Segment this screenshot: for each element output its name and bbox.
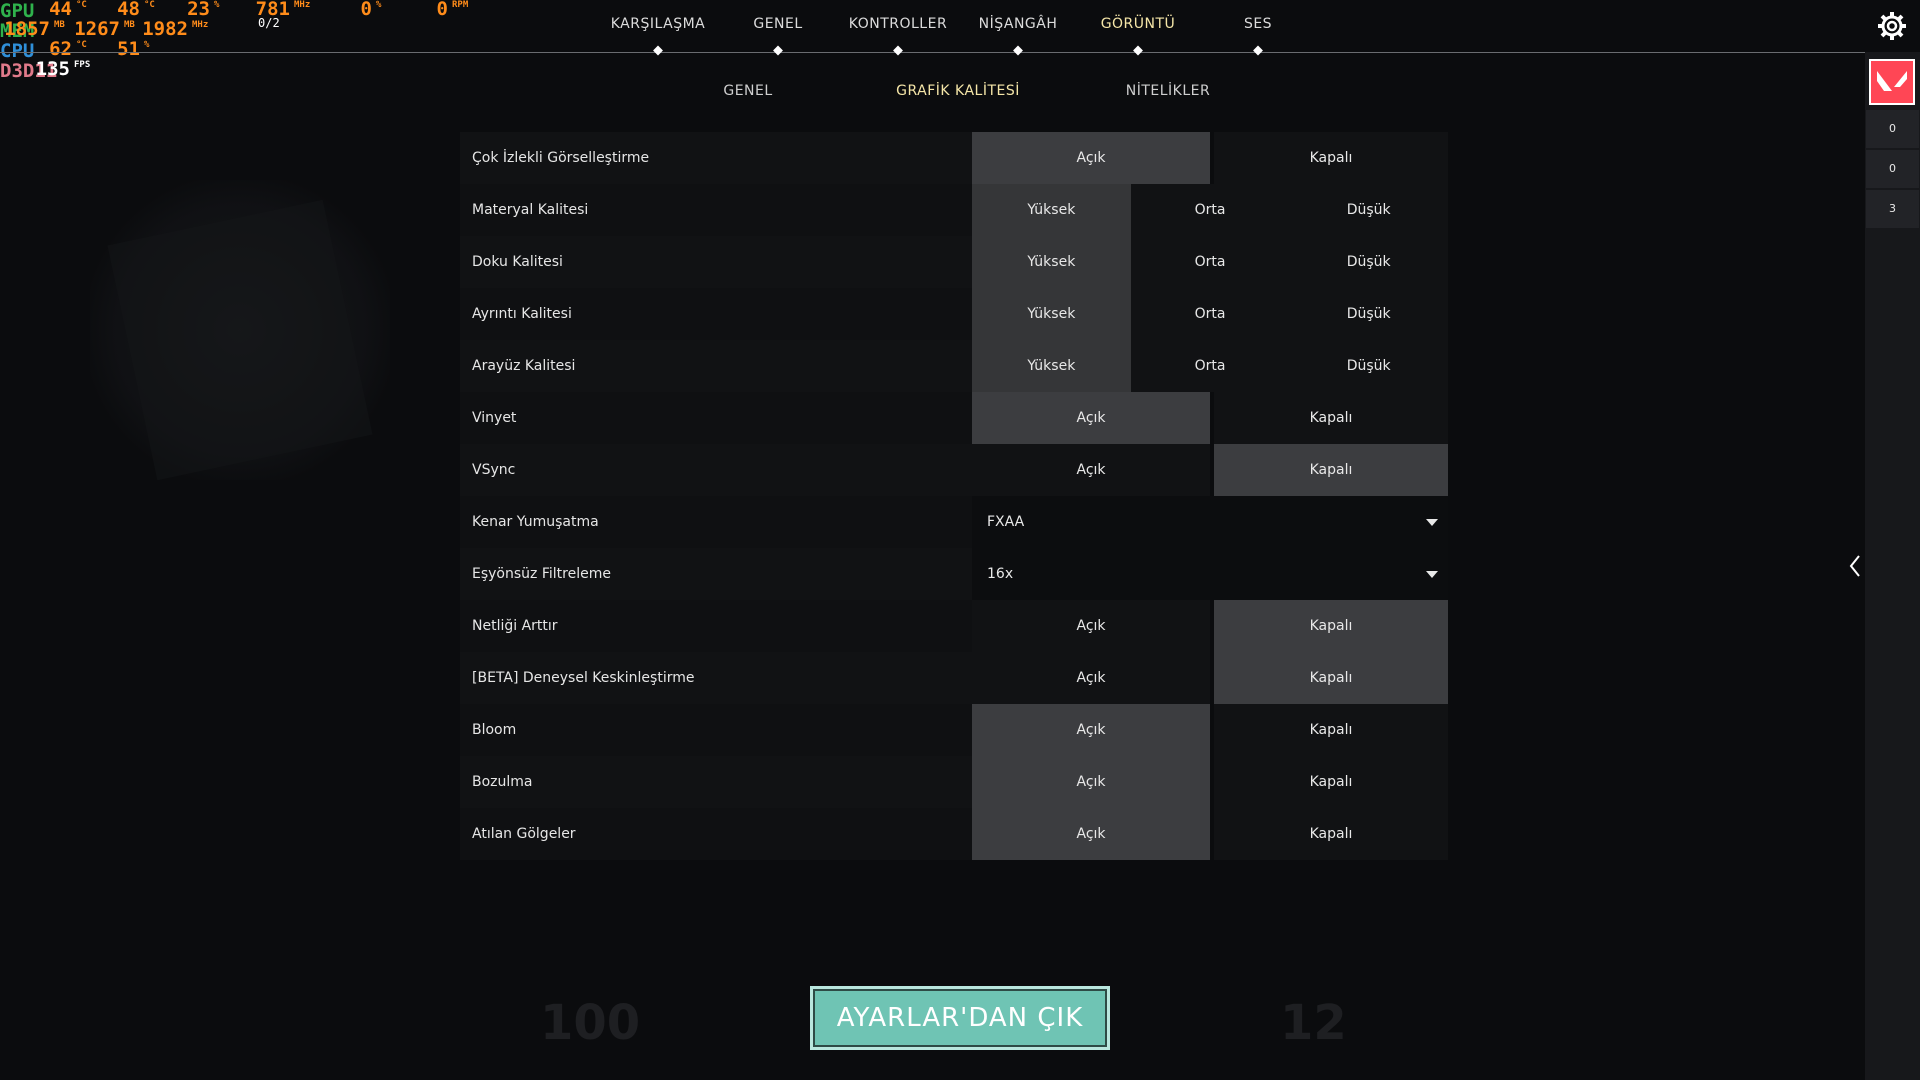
background-ghost-text: 12 bbox=[1280, 995, 1347, 1051]
setting-label: Bloom bbox=[460, 704, 972, 756]
nav-tab-1[interactable]: KARŞILAŞMA bbox=[611, 16, 706, 32]
setting-option-button[interactable]: Açık bbox=[972, 704, 1210, 756]
subnav-tab-3[interactable]: NİTELİKLER bbox=[1126, 83, 1210, 99]
sidebar-stat: 0 bbox=[1866, 150, 1919, 188]
gear-icon[interactable] bbox=[1877, 11, 1907, 41]
setting-row: VSync Açık Kapalı bbox=[460, 444, 1448, 496]
setting-option-button[interactable]: Kapalı bbox=[1214, 444, 1448, 496]
setting-option-button[interactable]: Düşük bbox=[1289, 340, 1449, 392]
setting-option-button[interactable]: Yüksek bbox=[972, 288, 1131, 340]
setting-option-button[interactable]: Orta bbox=[1130, 184, 1290, 236]
setting-option-button[interactable]: Kapalı bbox=[1214, 600, 1448, 652]
osd-value: 135 bbox=[35, 58, 70, 80]
graphics-settings-list: Çok İzlekli Görselleştirme Açık Kapalı Mate… bbox=[460, 132, 1449, 860]
dropdown-value: 16x bbox=[987, 566, 1014, 582]
valorant-icon bbox=[1877, 71, 1907, 91]
setting-row: Çok İzlekli Görselleştirme Açık Kapalı bbox=[460, 132, 1448, 184]
osd-unit: FPS bbox=[74, 60, 91, 70]
nav-tab-3[interactable]: KONTROLLER bbox=[849, 16, 947, 32]
setting-options: 16x bbox=[972, 548, 1448, 600]
setting-row: Netliği Arttır Açık Kapalı bbox=[460, 600, 1448, 652]
setting-option-button[interactable]: Düşük bbox=[1289, 288, 1449, 340]
setting-options: Yüksek Orta Düşük bbox=[972, 288, 1449, 340]
setting-label: Netliği Arttır bbox=[460, 600, 972, 652]
chevron-left-icon[interactable] bbox=[1848, 554, 1862, 578]
setting-option-button[interactable]: Düşük bbox=[1289, 184, 1449, 236]
caret-down-icon bbox=[1426, 519, 1438, 526]
setting-label: Doku Kalitesi bbox=[460, 236, 972, 288]
setting-dropdown[interactable]: FXAA bbox=[972, 496, 1448, 548]
setting-options: Açık Kapalı bbox=[972, 756, 1448, 808]
exit-settings-button[interactable]: AYARLAR'DAN ÇIK bbox=[810, 986, 1110, 1050]
setting-option-button[interactable]: Yüksek bbox=[972, 184, 1131, 236]
setting-option-button[interactable]: Kapalı bbox=[1214, 704, 1448, 756]
setting-option-button[interactable]: Orta bbox=[1130, 288, 1290, 340]
setting-label: Çok İzlekli Görselleştirme bbox=[460, 132, 972, 184]
setting-options: Açık Kapalı bbox=[972, 704, 1448, 756]
setting-options: Yüksek Orta Düşük bbox=[972, 184, 1449, 236]
setting-label: VSync bbox=[460, 444, 972, 496]
setting-label: Atılan Gölgeler bbox=[460, 808, 972, 860]
setting-option-button[interactable]: Yüksek bbox=[972, 340, 1131, 392]
subnav-tab-2[interactable]: GRAFİK KALİTESİ bbox=[896, 83, 1020, 99]
setting-option-button[interactable]: Düşük bbox=[1289, 236, 1449, 288]
setting-row: Kenar Yumuşatma FXAA bbox=[460, 496, 1448, 548]
setting-row: Eşyönsüz Filtreleme 16x bbox=[460, 548, 1448, 600]
setting-option-button[interactable]: Açık bbox=[972, 756, 1210, 808]
setting-label: Arayüz Kalitesi bbox=[460, 340, 972, 392]
setting-option-button[interactable]: Orta bbox=[1130, 236, 1290, 288]
setting-option-button[interactable]: Açık bbox=[972, 132, 1210, 184]
setting-option-button[interactable]: Açık bbox=[972, 600, 1210, 652]
setting-label: Bozulma bbox=[460, 756, 972, 808]
setting-option-button[interactable]: Yüksek bbox=[972, 236, 1131, 288]
setting-options: Açık Kapalı bbox=[972, 444, 1448, 496]
setting-option-button[interactable]: Açık bbox=[972, 444, 1210, 496]
setting-option-button[interactable]: Açık bbox=[972, 392, 1210, 444]
nav-tab-2[interactable]: GENEL bbox=[753, 16, 802, 32]
setting-options: Açık Kapalı bbox=[972, 132, 1448, 184]
nav-tab-5[interactable]: GÖRÜNTÜ bbox=[1101, 16, 1176, 32]
setting-row: Bozulma Açık Kapalı bbox=[460, 756, 1448, 808]
setting-option-button[interactable]: Açık bbox=[972, 808, 1210, 860]
setting-row: Vinyet Açık Kapalı bbox=[460, 392, 1448, 444]
top-navigation bbox=[0, 0, 1920, 53]
setting-options: Açık Kapalı bbox=[972, 600, 1448, 652]
setting-option-button[interactable]: Kapalı bbox=[1214, 132, 1448, 184]
setting-label: [BETA] Deneysel Keskinleştirme bbox=[460, 652, 972, 704]
setting-options: Yüksek Orta Düşük bbox=[972, 340, 1449, 392]
setting-options: Açık Kapalı bbox=[972, 808, 1448, 860]
setting-label: Ayrıntı Kalitesi bbox=[460, 288, 972, 340]
caret-down-icon bbox=[1426, 571, 1438, 578]
setting-row: Arayüz Kalitesi Yüksek Orta Düşük bbox=[460, 340, 1449, 392]
setting-options: Açık Kapalı bbox=[972, 392, 1448, 444]
nav-tab-6[interactable]: SES bbox=[1244, 16, 1272, 32]
setting-options: Yüksek Orta Düşük bbox=[972, 236, 1449, 288]
setting-row: Materyal Kalitesi Yüksek Orta Düşük bbox=[460, 184, 1449, 236]
setting-row: Atılan Gölgeler Açık Kapalı bbox=[460, 808, 1448, 860]
subnav-tab-1[interactable]: GENEL bbox=[723, 83, 772, 99]
setting-options: FXAA bbox=[972, 496, 1448, 548]
valorant-logo-icon[interactable] bbox=[1869, 59, 1915, 105]
setting-option-button[interactable]: Kapalı bbox=[1214, 392, 1448, 444]
setting-option-button[interactable]: Kapalı bbox=[1214, 756, 1448, 808]
nav-tab-4[interactable]: NİŞANGÂH bbox=[979, 16, 1058, 32]
sidebar-stat: 0 bbox=[1866, 110, 1919, 148]
setting-row: Ayrıntı Kalitesi Yüksek Orta Düşük bbox=[460, 288, 1449, 340]
setting-label: Vinyet bbox=[460, 392, 972, 444]
background-ghost-text: 100 bbox=[540, 995, 641, 1051]
setting-row: Bloom Açık Kapalı bbox=[460, 704, 1448, 756]
setting-options: Açık Kapalı bbox=[972, 652, 1448, 704]
setting-option-button[interactable]: Kapalı bbox=[1214, 652, 1448, 704]
setting-option-button[interactable]: Orta bbox=[1130, 340, 1290, 392]
setting-row: Doku Kalitesi Yüksek Orta Düşük bbox=[460, 236, 1449, 288]
setting-label: Eşyönsüz Filtreleme bbox=[460, 548, 972, 600]
setting-row: [BETA] Deneysel Keskinleştirme Açık Kapalı bbox=[460, 652, 1448, 704]
setting-dropdown[interactable]: 16x bbox=[972, 548, 1448, 600]
sidebar-stat: 3 bbox=[1866, 190, 1919, 228]
setting-label: Kenar Yumuşatma bbox=[460, 496, 972, 548]
setting-option-button[interactable]: Açık bbox=[972, 652, 1210, 704]
setting-option-button[interactable]: Kapalı bbox=[1214, 808, 1448, 860]
setting-label: Materyal Kalitesi bbox=[460, 184, 972, 236]
dropdown-value: FXAA bbox=[987, 514, 1025, 530]
